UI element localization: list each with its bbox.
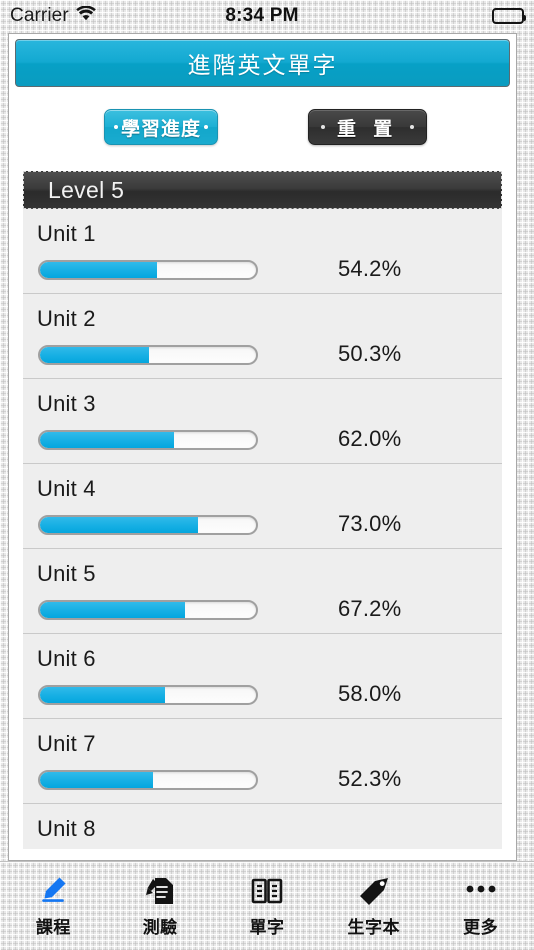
unit-progress-fill	[40, 432, 174, 448]
tab-item-更多[interactable]: 更多	[427, 862, 534, 950]
reset-button-label: 重 置	[337, 118, 399, 140]
unit-row[interactable]: Unit 6 58.0%	[23, 634, 502, 719]
bullet-dot-icon	[410, 125, 415, 129]
unit-row[interactable]: Unit 5 67.2%	[23, 549, 502, 634]
unit-row[interactable]: Unit 7 52.3%	[23, 719, 502, 804]
unit-progress-fill	[40, 517, 198, 533]
unit-list-scroll-area[interactable]: Level 5 Unit 1 54.2% Unit 2 50.3% Unit 3 62.0…	[23, 171, 502, 849]
tab-label: 單字	[249, 918, 285, 937]
wifi-icon	[75, 5, 96, 26]
unit-row[interactable]: Unit 4 73.0%	[23, 464, 502, 549]
pencil-icon	[36, 871, 70, 911]
unit-name-label: Unit 3	[37, 391, 96, 416]
unit-name-label: Unit 5	[37, 561, 96, 586]
unit-progress-bar	[38, 515, 258, 535]
unit-row[interactable]: Unit 8	[23, 804, 502, 849]
unit-progress-fill	[40, 772, 153, 788]
tab-item-測驗[interactable]: 測驗	[107, 862, 214, 950]
unit-percent-label: 62.0%	[338, 426, 402, 451]
unit-name-label: Unit 4	[37, 476, 96, 501]
tag-icon	[357, 871, 391, 911]
unit-percent-label: 50.3%	[338, 341, 402, 366]
unit-progress-bar	[38, 430, 258, 450]
unit-list: Unit 1 54.2% Unit 2 50.3% Unit 3 62.0% Unit 4 7…	[23, 209, 502, 849]
unit-progress-bar	[38, 600, 258, 620]
app-content-panel: 進階英文單字 學習進度 重 置 Level 5 Unit 1 54.2% Unit …	[8, 33, 517, 861]
unit-progress-bar	[38, 260, 258, 280]
document-pen-icon	[143, 871, 177, 911]
tab-label: 更多	[463, 918, 499, 937]
unit-percent-label: 52.3%	[338, 766, 402, 791]
unit-progress-bar	[38, 345, 258, 365]
battery-full-icon	[492, 8, 526, 24]
unit-progress-fill	[40, 602, 186, 618]
tab-label: 生字本	[347, 918, 401, 937]
bullet-dot-icon	[204, 125, 209, 129]
carrier-label: Carrier	[10, 5, 69, 26]
tab-label: 測驗	[142, 918, 178, 937]
open-book-icon	[250, 871, 284, 911]
unit-progress-bar	[38, 770, 258, 790]
unit-percent-label: 58.0%	[338, 681, 402, 706]
unit-percent-label: 73.0%	[338, 511, 402, 536]
tab-item-課程[interactable]: 課程	[0, 862, 107, 950]
level-section-header-label: Level 5	[48, 176, 125, 203]
action-button-row: 學習進度 重 置	[9, 103, 516, 151]
study-progress-button[interactable]: 學習進度	[104, 109, 219, 145]
level-section-header: Level 5	[23, 171, 502, 209]
study-progress-button-label: 學習進度	[121, 118, 202, 140]
unit-progress-bar	[38, 685, 258, 705]
unit-progress-fill	[40, 262, 158, 278]
unit-name-label: Unit 8	[37, 816, 96, 841]
unit-name-label: Unit 2	[37, 306, 96, 331]
unit-percent-label: 54.2%	[338, 256, 402, 281]
status-bar-time: 8:34 PM	[225, 5, 299, 26]
app-title-bar: 進階英文單字	[15, 39, 510, 87]
unit-percent-label: 67.2%	[338, 596, 402, 621]
tab-item-單字[interactable]: 單字	[214, 862, 321, 950]
status-bar-right	[344, 8, 526, 24]
status-bar-left: Carrier	[10, 5, 190, 27]
ellipsis-icon	[464, 871, 498, 911]
status-bar: Carrier 8:34 PM	[0, 0, 534, 32]
unit-row[interactable]: Unit 1 54.2%	[23, 209, 502, 294]
bullet-dot-icon	[321, 125, 326, 129]
unit-name-label: Unit 7	[37, 731, 96, 756]
bullet-dot-icon	[114, 125, 118, 129]
unit-progress-fill	[40, 347, 149, 363]
reset-button[interactable]: 重 置	[308, 109, 428, 145]
tab-label: 課程	[35, 918, 71, 937]
unit-name-label: Unit 1	[37, 221, 96, 246]
tab-item-生字本[interactable]: 生字本	[320, 862, 427, 950]
unit-name-label: Unit 6	[37, 646, 96, 671]
bottom-tab-bar: 課程 測驗 單字 生字本 更多	[0, 861, 534, 950]
unit-row[interactable]: Unit 3 62.0%	[23, 379, 502, 464]
page-title: 進階英文單字	[187, 52, 338, 78]
unit-progress-fill	[40, 687, 166, 703]
unit-row[interactable]: Unit 2 50.3%	[23, 294, 502, 379]
